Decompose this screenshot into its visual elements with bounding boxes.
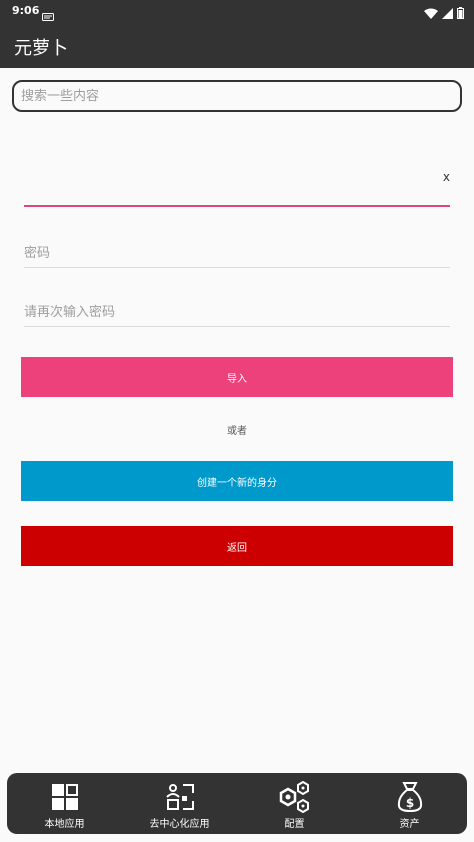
- mnemonic-field[interactable]: x: [24, 168, 450, 207]
- nav-dapps[interactable]: 去中心化应用: [122, 773, 237, 834]
- money-bag-icon: $: [396, 781, 424, 813]
- nav-assets[interactable]: $ 资产: [352, 773, 467, 834]
- status-time: 9:06: [12, 4, 40, 17]
- nav-label: 配置: [284, 819, 305, 830]
- confirm-password-input[interactable]: [24, 299, 450, 326]
- battery-icon: [457, 4, 464, 23]
- search-input[interactable]: [14, 82, 460, 110]
- system-icons: [424, 4, 464, 23]
- nav-settings[interactable]: 配置: [237, 773, 352, 834]
- search-box[interactable]: [12, 80, 462, 112]
- import-button[interactable]: 导入: [21, 357, 453, 397]
- cell-signal-icon: [442, 4, 453, 23]
- nav-label: 去中心化应用: [149, 819, 210, 830]
- create-identity-button[interactable]: 创建一个新的身分: [21, 461, 453, 501]
- status-bar: 9:06: [0, 0, 474, 22]
- or-divider-text: 或者: [227, 426, 247, 437]
- page-title: 元萝卜: [14, 38, 68, 59]
- nav-local-apps[interactable]: 本地应用: [7, 773, 122, 834]
- back-button[interactable]: 返回: [21, 526, 453, 566]
- app-bar: 元萝卜: [0, 22, 474, 68]
- wifi-icon: [424, 4, 438, 23]
- hexagon-settings-icon: [279, 781, 311, 813]
- nav-label: 资产: [399, 819, 420, 830]
- people-network-icon: [165, 781, 195, 813]
- clear-button[interactable]: x: [443, 170, 450, 184]
- password-field[interactable]: [24, 240, 450, 268]
- grid-apps-icon: [51, 781, 79, 813]
- password-input[interactable]: [24, 240, 450, 267]
- bottom-nav: 本地应用 去中心化应用 配置 $ 资产: [7, 773, 467, 834]
- confirm-password-field[interactable]: [24, 299, 450, 327]
- nav-label: 本地应用: [44, 819, 85, 830]
- svg-text:$: $: [405, 796, 413, 810]
